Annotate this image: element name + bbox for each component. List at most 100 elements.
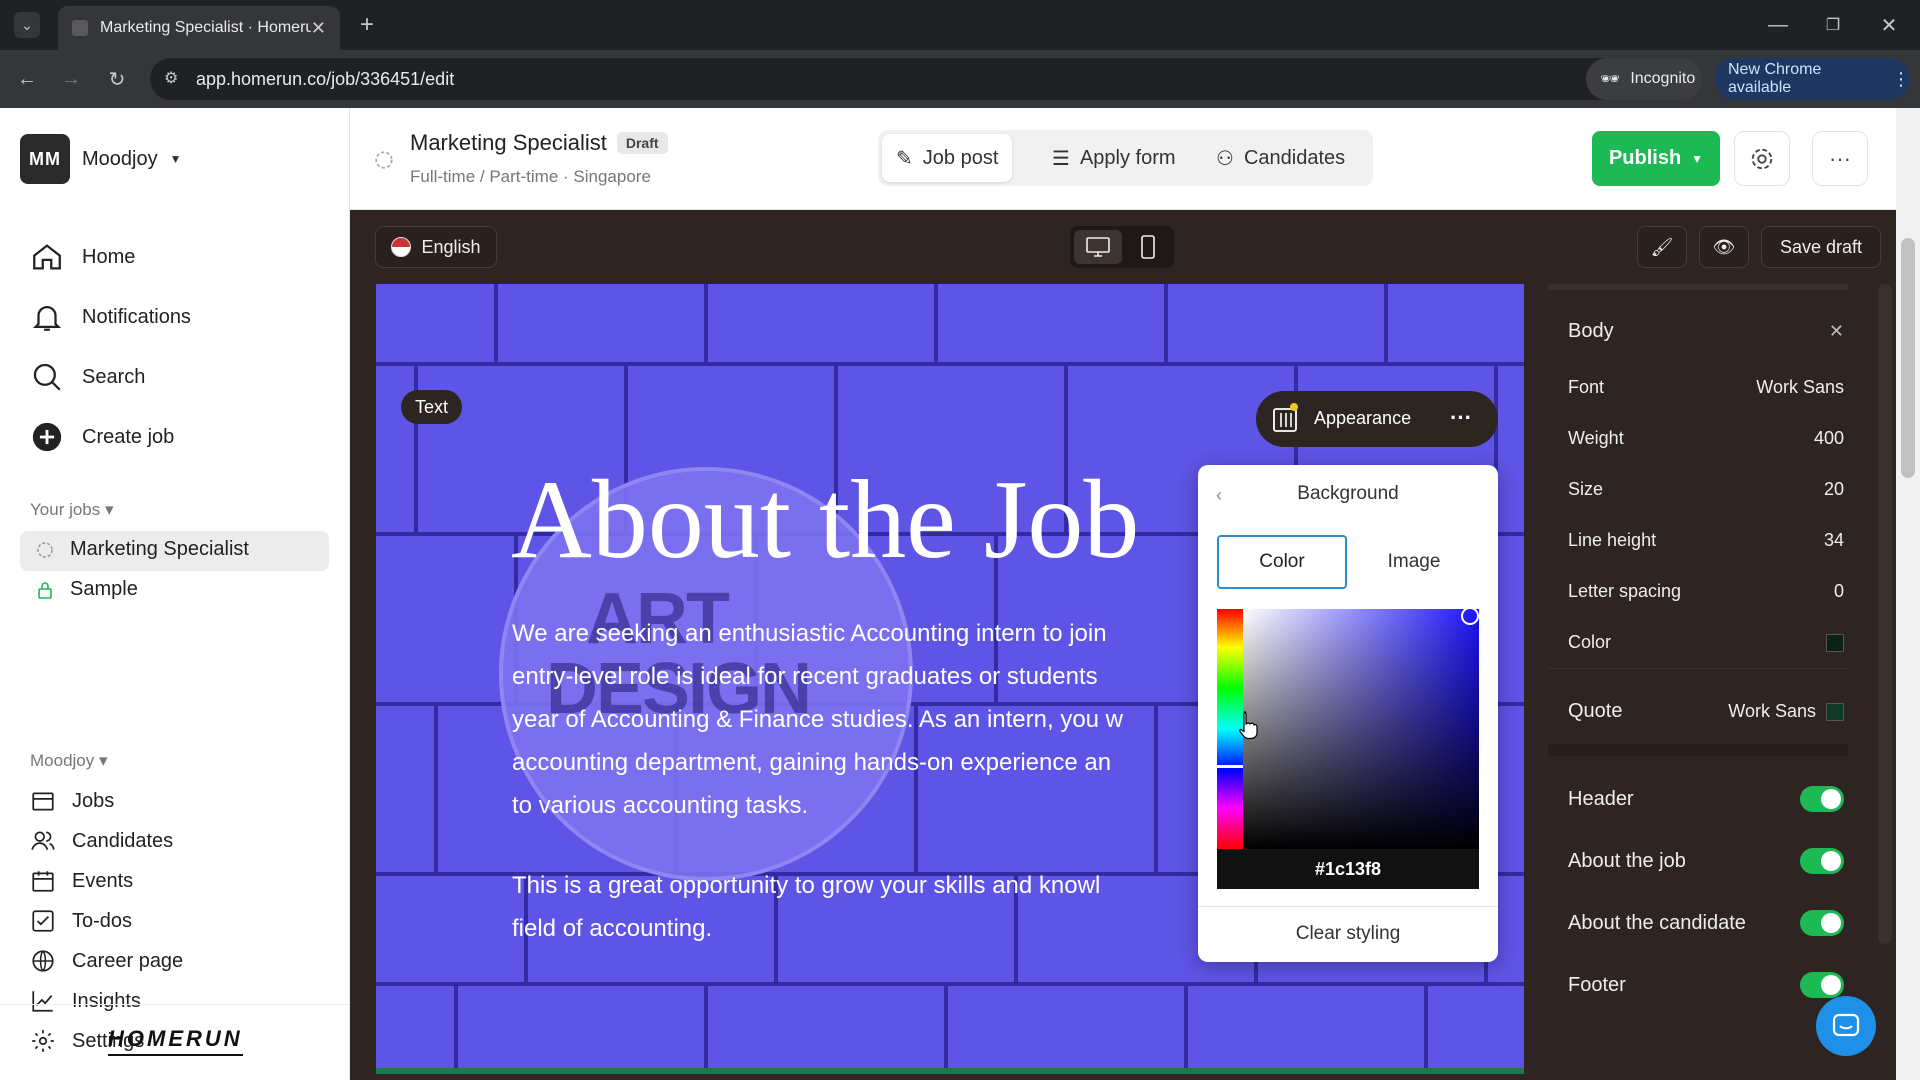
- about-candidate-toggle[interactable]: [1800, 910, 1844, 936]
- prop-weight[interactable]: Weight 400: [1568, 428, 1844, 449]
- desktop-view-button[interactable]: [1074, 230, 1122, 264]
- nav-jobs[interactable]: Jobs: [30, 788, 114, 814]
- prop-value: 0: [1833, 581, 1844, 601]
- text-line: entry-level role is ideal for recent gra…: [512, 663, 1098, 690]
- reload-icon[interactable]: ↻: [104, 66, 130, 92]
- incognito-indicator[interactable]: 🕶 Incognito: [1586, 58, 1702, 100]
- publish-button[interactable]: Publish ▼: [1592, 131, 1720, 186]
- text-line: year of Accounting & Finance studies. As…: [512, 706, 1124, 733]
- clear-styling-button[interactable]: Clear styling: [1198, 923, 1498, 945]
- plus-circle-icon: [32, 422, 62, 452]
- view-tabs: ✎ Job post ☰ Apply form ⚇ Candidates: [878, 130, 1373, 186]
- prop-line-height[interactable]: Line height 34: [1568, 530, 1844, 551]
- save-draft-button[interactable]: Save draft: [1761, 226, 1881, 268]
- prop-color[interactable]: Color: [1568, 632, 1844, 653]
- nav-events[interactable]: Events: [30, 868, 133, 894]
- nav-label: Create job: [82, 425, 175, 448]
- nav-career-page[interactable]: Career page: [30, 948, 183, 974]
- nav-label: Home: [82, 245, 136, 268]
- footer-toggle[interactable]: [1800, 972, 1844, 998]
- color-picker-handle[interactable]: [1461, 607, 1479, 625]
- text-line: We are seeking an enthusiastic Accountin…: [512, 620, 1107, 647]
- tab-image[interactable]: Image: [1349, 537, 1479, 587]
- tab-title: Marketing Specialist · Homerun: [100, 19, 311, 36]
- hex-input[interactable]: #1c13f8: [1217, 849, 1479, 889]
- style-brush-button[interactable]: 🖌: [1637, 226, 1687, 268]
- browser-tab[interactable]: Marketing Specialist · Homerun ✕: [58, 6, 340, 50]
- prop-size[interactable]: Size 20: [1568, 479, 1844, 500]
- color-swatch[interactable]: [1826, 633, 1844, 652]
- header-toggle[interactable]: [1800, 786, 1844, 812]
- hue-handle[interactable]: [1217, 765, 1243, 768]
- body-section-header: Body ✕: [1568, 320, 1844, 343]
- prop-letter-spacing[interactable]: Letter spacing 0: [1568, 581, 1844, 602]
- favicon-icon: [72, 20, 88, 36]
- section-heading[interactable]: About the Job: [511, 464, 1139, 576]
- section-toggle-about-candidate[interactable]: About the candidate: [1568, 910, 1844, 936]
- nav-label: To-dos: [72, 909, 133, 932]
- tab-color[interactable]: Color: [1217, 535, 1347, 589]
- brush-icon: 🖌: [1650, 236, 1674, 257]
- chat-launcher-button[interactable]: [1816, 996, 1876, 1056]
- nav-insights[interactable]: Insights: [30, 988, 141, 1014]
- close-icon[interactable]: ✕: [1829, 321, 1844, 342]
- prop-font[interactable]: Font Work Sans: [1568, 377, 1844, 398]
- appearance-label: Appearance: [1314, 407, 1412, 428]
- nav-candidates[interactable]: Candidates: [30, 828, 173, 854]
- maximize-icon[interactable]: ❐: [1820, 12, 1846, 38]
- address-bar[interactable]: ⚙ app.homerun.co/job/336451/edit: [150, 58, 1680, 100]
- nav-search[interactable]: Search: [30, 360, 145, 394]
- tab-candidates[interactable]: ⚇ Candidates: [1202, 134, 1359, 182]
- section-toggle-footer[interactable]: Footer: [1568, 972, 1844, 998]
- site-info-icon[interactable]: ⚙: [164, 68, 178, 88]
- saturation-picker[interactable]: [1243, 607, 1479, 849]
- nav-home[interactable]: Home: [30, 240, 135, 274]
- tab-apply-form[interactable]: ☰ Apply form: [1038, 134, 1190, 182]
- settings-button[interactable]: [1734, 131, 1790, 186]
- nav-todos[interactable]: To-dos: [30, 908, 132, 934]
- workspace-switcher[interactable]: MM Moodjoy ▼: [20, 134, 182, 184]
- nav-create-job[interactable]: Create job: [30, 420, 174, 454]
- incognito-icon: 🕶: [1600, 71, 1621, 88]
- language-selector[interactable]: English: [375, 226, 497, 268]
- paragraph-2[interactable]: This is a great opportunity to grow your…: [512, 864, 1100, 950]
- minimize-icon[interactable]: —: [1765, 12, 1791, 38]
- section-toggle-about-job[interactable]: About the job: [1568, 848, 1844, 874]
- new-chrome-button[interactable]: New Chrome available ⋮: [1714, 58, 1910, 100]
- appearance-button[interactable]: Appearance: [1272, 401, 1411, 435]
- text-line: This is a great opportunity to grow your…: [512, 872, 1101, 899]
- prop-label: Weight: [1568, 428, 1624, 448]
- tab-job-post[interactable]: ✎ Job post: [882, 134, 1013, 182]
- prop-value: 20: [1823, 479, 1844, 499]
- quote-row[interactable]: Quote Work Sans: [1568, 700, 1844, 723]
- panel-scrollbar[interactable]: [1878, 284, 1892, 944]
- your-jobs-heading[interactable]: Your jobs ▾: [30, 500, 114, 520]
- preview-button[interactable]: 👁: [1699, 226, 1749, 268]
- quote-color-swatch[interactable]: [1826, 702, 1844, 721]
- job-title: Marketing Specialist: [410, 130, 607, 155]
- checkbox-icon: [32, 910, 54, 932]
- back-icon[interactable]: ←: [14, 66, 40, 92]
- job-item-marketing-specialist[interactable]: Marketing Specialist: [36, 538, 249, 561]
- new-tab-icon[interactable]: +: [354, 11, 380, 38]
- close-window-icon[interactable]: ✕: [1876, 12, 1902, 38]
- nav-notifications[interactable]: Notifications: [30, 300, 191, 334]
- tab-search-icon[interactable]: ⌄: [14, 12, 40, 38]
- url-text: app.homerun.co/job/336451/edit: [196, 68, 455, 89]
- close-tab-icon[interactable]: ✕: [311, 18, 326, 39]
- about-job-toggle[interactable]: [1800, 848, 1844, 874]
- more-options-button[interactable]: ···: [1812, 131, 1868, 186]
- company-heading[interactable]: Moodjoy ▾: [30, 751, 108, 771]
- page-scrollbar-thumb[interactable]: [1901, 238, 1915, 478]
- avatar: MM: [20, 134, 70, 184]
- paragraph-1[interactable]: We are seeking an enthusiastic Accountin…: [512, 612, 1123, 827]
- forward-icon[interactable]: →: [58, 66, 84, 92]
- section-toggle-header[interactable]: Header: [1568, 786, 1844, 812]
- page-scrollbar[interactable]: [1896, 108, 1920, 1080]
- mobile-view-button[interactable]: [1126, 230, 1170, 264]
- mouse-cursor-icon: [1239, 711, 1258, 740]
- job-item-sample[interactable]: Sample: [36, 578, 138, 601]
- more-horiz-icon[interactable]: ···: [1450, 405, 1472, 431]
- editor-toolbar: English 🖌 👁 Save draft: [350, 210, 1920, 282]
- jobs-icon: [32, 792, 54, 811]
